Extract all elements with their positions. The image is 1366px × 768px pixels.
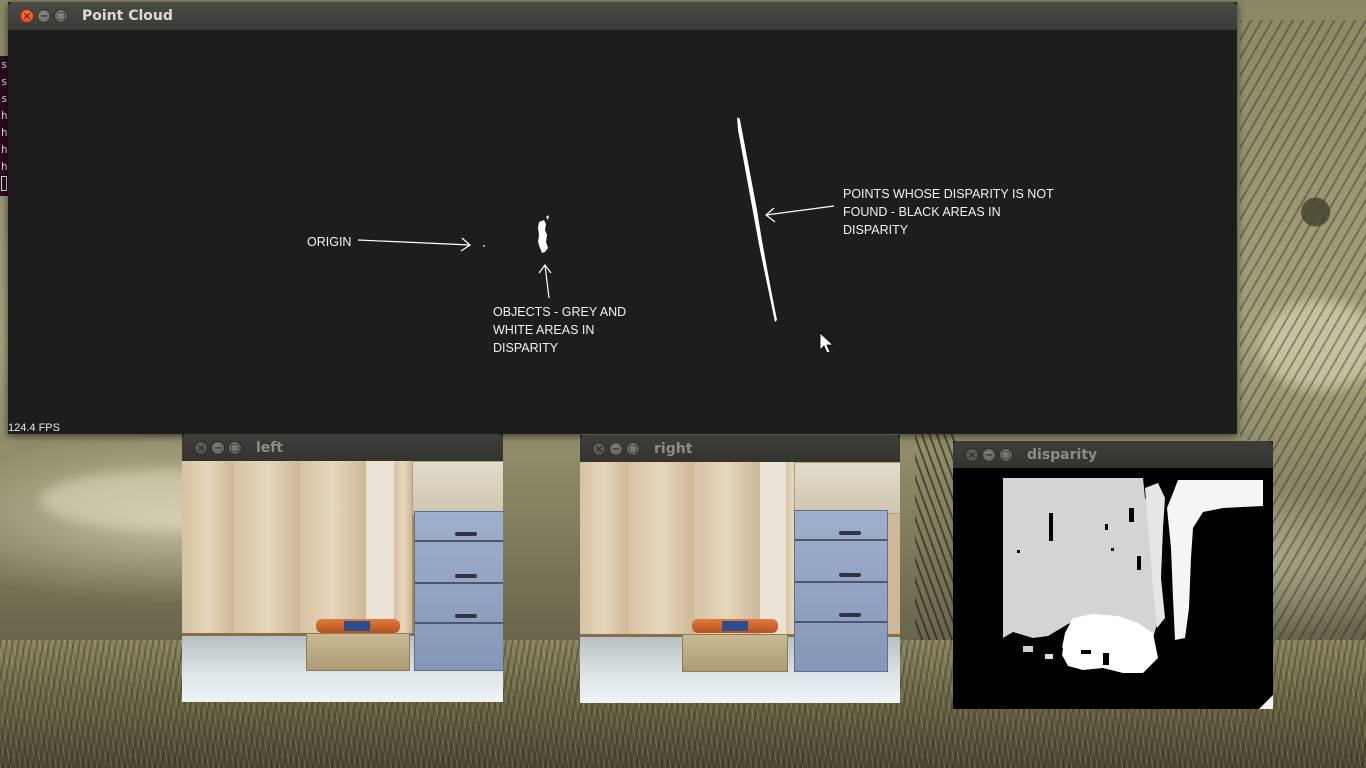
not-found-arrow [765,205,835,216]
close-icon[interactable]: × [20,9,34,23]
mouse-cursor-icon [819,332,835,354]
drawer-handle [455,574,477,578]
resize-grip[interactable] [886,689,900,703]
disparity-hole [1129,508,1134,522]
pillow-band [344,621,370,631]
cabinet-door [182,461,236,641]
disparity-floor-speck [1023,646,1033,652]
origin-label: ORIGIN [307,235,352,249]
fps-counter: 124.4 FPS [8,422,60,434]
cabinet-door [394,461,414,641]
origin-point [483,245,485,247]
disparity-hole [1111,548,1114,551]
drawer-handle [839,573,861,577]
drawer-handle [839,531,861,535]
terminal-line: s [1,92,8,105]
terminal-line: h [1,109,8,122]
floor-box [306,633,410,671]
terminal-line: s [1,58,8,71]
drawer-handle [455,614,477,618]
maximize-icon[interactable]: □ [999,447,1013,462]
wall-strip [366,461,394,641]
camera-scene [580,462,900,703]
disparity-map [953,468,1273,709]
right-titlebar[interactable]: × − □ right [580,435,900,462]
terminal-line: h [1,160,8,173]
disparity-hole [1017,550,1020,553]
disparity-hole [1137,556,1141,570]
floor-box [682,634,788,672]
window-title: right [654,440,693,457]
orange-pillow [316,619,400,633]
disparity-window[interactable]: × − □ disparity [953,441,1273,709]
left-camera-image [182,461,503,702]
disparity-hole [1081,650,1091,654]
maximize-icon[interactable]: □ [228,440,242,455]
terminal-line: h [1,126,8,139]
drawer-divider [795,539,887,541]
minimize-icon[interactable]: − [37,9,51,23]
wall-strip [760,462,786,642]
drawer-handle [455,532,477,536]
cabinet-door [580,462,630,642]
cardboard-carton [794,462,900,514]
minimize-icon[interactable]: − [609,441,623,456]
minimize-icon[interactable]: − [211,440,225,455]
drawer-handle [839,613,861,617]
close-icon[interactable]: × [592,441,606,456]
maximize-icon[interactable]: □ [54,9,68,23]
objects-label: OBJECTS - GREY AND WHITE AREAS IN DISPAR… [493,305,627,355]
window-title: disparity [1027,446,1098,463]
drawer-divider [415,622,503,624]
window-title: left [256,439,284,456]
resize-grip[interactable] [489,688,503,702]
minimize-icon[interactable]: − [982,447,996,462]
point-cloud-window[interactable]: × − □ Point Cloud ORIGIN OBJECTS - GREY … [8,2,1237,434]
maximize-icon[interactable]: □ [626,441,640,456]
disparity-hole [1105,524,1108,530]
point-cloud-titlebar[interactable]: × − □ Point Cloud [8,2,1237,30]
object-point-fragment [546,215,549,220]
right-camera-window[interactable]: × − □ right [580,435,900,703]
disparity-hole [1103,653,1109,665]
right-camera-image [580,462,900,703]
not-found-label: POINTS WHOSE DISPARITY IS NOT FOUND - BL… [843,187,1054,237]
terminal-line: s [1,75,8,88]
cabinet-door [234,461,302,641]
drawer-divider [415,582,503,584]
origin-arrow [357,239,471,246]
left-titlebar[interactable]: × − □ left [182,434,503,461]
close-icon[interactable]: × [965,447,979,462]
camera-scene [182,461,503,702]
object-point-cluster [538,220,548,253]
background-terminal[interactable]: s s s h h h h [0,56,8,196]
terminal-cursor [1,176,7,191]
drawer-divider [795,581,887,583]
drawer-divider [795,621,887,623]
wallpaper-tree-branches [915,434,955,664]
cardboard-carton [412,461,503,515]
disparity-wall-region [1003,478,1159,638]
cabinet-door [628,462,696,642]
close-icon[interactable]: × [194,440,208,455]
terminal-line: h [1,143,8,156]
disparity-floor-speck [1045,654,1053,659]
left-camera-window[interactable]: × − □ left [182,434,503,702]
pillow-band [722,621,748,631]
disparity-image [953,468,1273,709]
drawer-divider [415,540,503,542]
orange-pillow [692,619,778,633]
window-title: Point Cloud [82,8,173,24]
cabinet-door [694,462,762,642]
point-cloud-viewport[interactable]: ORIGIN OBJECTS - GREY AND WHITE AREAS IN… [8,30,1237,434]
disparity-titlebar[interactable]: × − □ disparity [953,441,1273,468]
resize-grip[interactable] [1259,695,1273,709]
disparity-hole [1049,513,1053,541]
plastic-drawer-unit [794,510,888,672]
cabinet-door [300,461,368,641]
plastic-drawer-unit [414,511,503,671]
